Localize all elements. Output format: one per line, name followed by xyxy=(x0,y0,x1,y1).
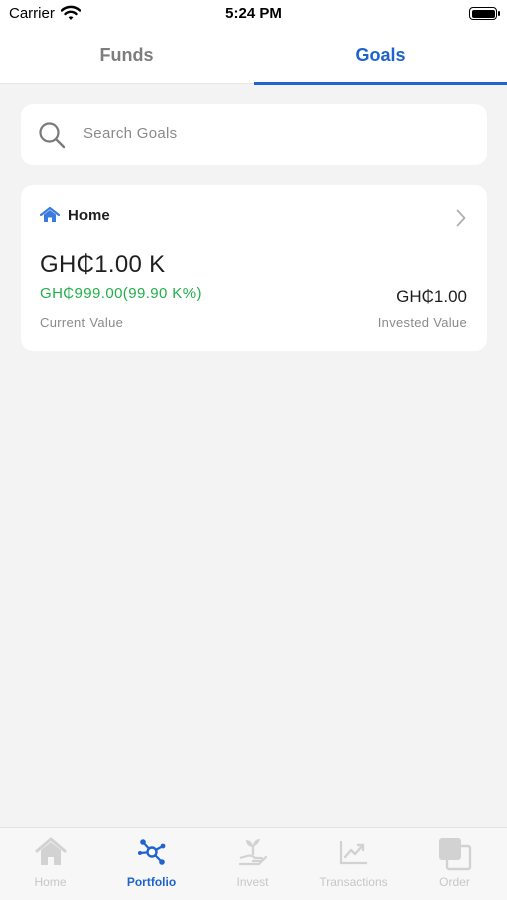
current-value-amount: GH₵1.00 K xyxy=(40,251,166,278)
chevron-right-icon[interactable] xyxy=(456,209,466,232)
gain-amount: GH₵999.00(99.90 K%) xyxy=(40,285,202,302)
nav-home-label: Home xyxy=(34,875,67,889)
goal-name: Home xyxy=(68,207,110,224)
goal-card[interactable]: Home GH₵1.00 K GH₵999.00(99.90 K%) GH₵1.… xyxy=(21,185,487,351)
status-bar: Carrier 5:24 PM xyxy=(0,0,507,30)
home-icon xyxy=(39,206,61,228)
active-tab-indicator xyxy=(254,82,507,85)
current-value-label: Current Value xyxy=(40,315,124,330)
search-goals-input[interactable]: Search Goals xyxy=(21,104,487,165)
battery-fill xyxy=(471,9,495,18)
battery-icon xyxy=(469,7,500,20)
tab-goals-label: Goals xyxy=(355,45,406,65)
tab-goals[interactable]: Goals xyxy=(254,30,507,85)
nav-home[interactable]: Home xyxy=(0,828,101,900)
invested-value-label: Invested Value xyxy=(377,315,467,330)
tab-bar: Funds Goals xyxy=(0,30,507,85)
nav-transactions[interactable]: Transactions xyxy=(303,828,404,900)
nav-invest[interactable]: Invest xyxy=(202,828,303,900)
search-placeholder: Search Goals xyxy=(83,125,178,142)
nav-invest-label: Invest xyxy=(236,875,269,889)
bottom-nav: Home Portfolio Invest Transactions Order xyxy=(0,827,507,900)
clock: 5:24 PM xyxy=(225,5,282,22)
nav-order-label: Order xyxy=(439,875,470,889)
home-icon xyxy=(35,837,67,872)
nav-order[interactable]: Order xyxy=(404,828,505,900)
portfolio-icon xyxy=(136,837,168,872)
transactions-icon xyxy=(338,837,370,872)
nav-portfolio[interactable]: Portfolio xyxy=(101,828,202,900)
order-icon xyxy=(438,837,472,876)
nav-transactions-label: Transactions xyxy=(319,875,388,889)
tab-funds[interactable]: Funds xyxy=(0,30,253,84)
search-icon xyxy=(38,121,66,154)
invest-icon xyxy=(237,837,269,872)
invested-value-amount: GH₵1.00 xyxy=(396,287,467,306)
nav-portfolio-label: Portfolio xyxy=(126,875,177,889)
